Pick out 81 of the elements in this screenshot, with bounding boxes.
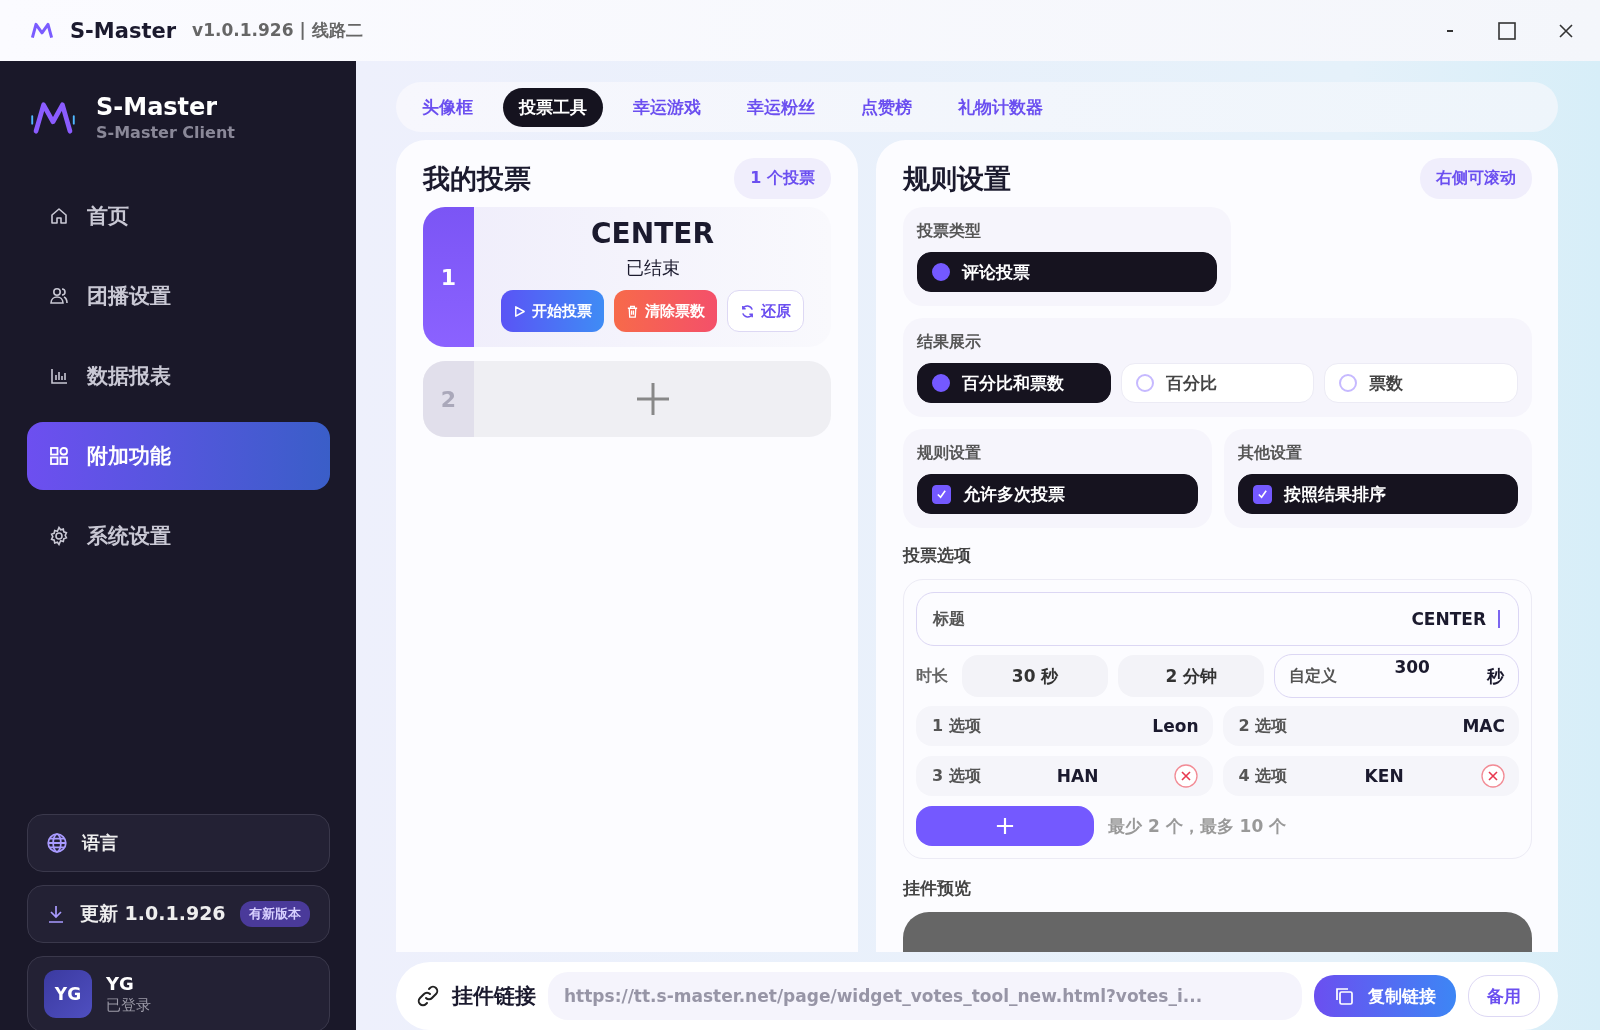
radio-option[interactable]: 百分比和票数 bbox=[917, 363, 1111, 403]
section-label: 规则设置 bbox=[917, 443, 982, 464]
language-button[interactable]: 语言 bbox=[27, 814, 330, 872]
vote-status: 已结束 bbox=[625, 256, 680, 280]
user-name: YG bbox=[106, 973, 135, 994]
vote-title: CENTER bbox=[591, 217, 714, 250]
tab[interactable]: 幸运粉丝 bbox=[731, 87, 831, 127]
radio-option[interactable]: 评论投票 bbox=[917, 252, 1217, 292]
tab[interactable]: 幸运游戏 bbox=[617, 87, 717, 127]
remove-icon[interactable] bbox=[1481, 764, 1505, 788]
tab[interactable]: 头像框 bbox=[406, 87, 489, 127]
version-label: v1.0.1.926 | 线路二 bbox=[192, 19, 363, 42]
nav-item[interactable]: 系统设置 bbox=[27, 502, 330, 570]
play-icon bbox=[513, 304, 526, 318]
link-icon bbox=[416, 984, 440, 1008]
radio-option[interactable]: 百分比 bbox=[1120, 363, 1315, 403]
link-label: 挂件链接 bbox=[452, 983, 536, 1010]
custom-duration-field[interactable]: 自定义 300 秒 bbox=[1274, 654, 1519, 698]
bar-chart-icon bbox=[49, 366, 69, 386]
nav-item[interactable]: 首页 bbox=[27, 182, 330, 250]
download-icon bbox=[46, 904, 66, 924]
panel-title: 我的投票 bbox=[423, 161, 531, 196]
remove-icon[interactable] bbox=[1174, 764, 1199, 788]
checkbox-option[interactable]: 按照结果排序 bbox=[1237, 474, 1518, 514]
section-label: 挂件预览 bbox=[903, 877, 972, 900]
section-label: 结果展示 bbox=[917, 332, 982, 353]
tab[interactable]: 礼物计数器 bbox=[942, 87, 1059, 127]
login-status: 已登录 bbox=[106, 996, 151, 1015]
user-avatar: YG bbox=[44, 970, 92, 1018]
limit-hint: 最少 2 个，最多 10 个 bbox=[1108, 814, 1287, 838]
start-vote-button[interactable]: 开始投票 bbox=[501, 290, 604, 332]
update-button[interactable]: 更新 1.0.1.926 有新版本 bbox=[27, 885, 330, 943]
brand-name: S-Master bbox=[96, 93, 219, 121]
nav-item[interactable]: 团播设置 bbox=[27, 262, 330, 330]
add-option-button[interactable] bbox=[916, 806, 1094, 846]
puzzle-icon bbox=[49, 446, 69, 466]
restore-button[interactable]: 还原 bbox=[727, 290, 804, 332]
users-icon bbox=[49, 286, 69, 306]
globe-icon bbox=[46, 832, 68, 854]
nav-item[interactable]: 数据报表 bbox=[27, 342, 330, 410]
settings-icon bbox=[49, 526, 69, 546]
checkmark-icon bbox=[936, 488, 947, 500]
duration-preset[interactable]: 30 秒 bbox=[962, 655, 1109, 697]
brand-subtitle: S-Master Client bbox=[96, 123, 235, 142]
option-field[interactable]: 3 选项 HAN bbox=[916, 756, 1213, 796]
tab[interactable]: 投票工具 bbox=[503, 87, 603, 127]
title-field[interactable]: 标题 CENTER bbox=[916, 592, 1519, 646]
backup-button[interactable]: 备用 bbox=[1468, 975, 1540, 1017]
option-field[interactable]: 2 选项 MAC bbox=[1222, 706, 1519, 746]
user-card[interactable]: YG YG 已登录 bbox=[27, 956, 330, 1030]
option-field[interactable]: 4 选项 KEN bbox=[1222, 756, 1519, 796]
home-icon bbox=[49, 206, 69, 226]
nav-item[interactable]: 附加功能 bbox=[27, 422, 330, 490]
plus-icon bbox=[635, 382, 670, 416]
tab[interactable]: 点赞榜 bbox=[845, 87, 928, 127]
checkbox-option[interactable]: 允许多次投票 bbox=[917, 474, 1198, 514]
checkmark-icon bbox=[1256, 488, 1268, 500]
window-title: S-Master bbox=[70, 18, 177, 43]
minimize-icon[interactable] bbox=[1446, 28, 1456, 33]
section-label: 投票选项 bbox=[903, 544, 972, 567]
close-icon[interactable] bbox=[1558, 22, 1574, 39]
section-label: 投票类型 bbox=[917, 221, 982, 242]
vote-number: 1 bbox=[423, 207, 474, 347]
panel-title: 规则设置 bbox=[903, 161, 1011, 196]
trash-icon bbox=[626, 304, 639, 318]
vote-card[interactable]: 1 CENTER 已结束 开始投票 清除票数 还原 bbox=[423, 207, 831, 347]
new-version-badge: 有新版本 bbox=[239, 901, 310, 927]
maximize-icon[interactable] bbox=[1498, 21, 1516, 40]
radio-option[interactable]: 票数 bbox=[1324, 363, 1518, 403]
logo-icon bbox=[30, 100, 76, 135]
scroll-hint: 右侧可滚动 bbox=[1420, 158, 1532, 199]
copy-link-button[interactable]: 复制链接 bbox=[1314, 975, 1456, 1017]
duration-label: 时长 bbox=[916, 665, 949, 687]
vote-count: 1 个投票 bbox=[734, 158, 831, 199]
section-label: 其他设置 bbox=[1237, 443, 1303, 464]
option-field[interactable]: 1 选项 Leon bbox=[916, 706, 1213, 746]
duration-preset[interactable]: 2 分钟 bbox=[1118, 655, 1265, 697]
plus-icon bbox=[996, 817, 1014, 835]
logo-icon bbox=[30, 21, 54, 40]
copy-icon bbox=[1334, 986, 1354, 1006]
refresh-icon bbox=[740, 303, 755, 319]
